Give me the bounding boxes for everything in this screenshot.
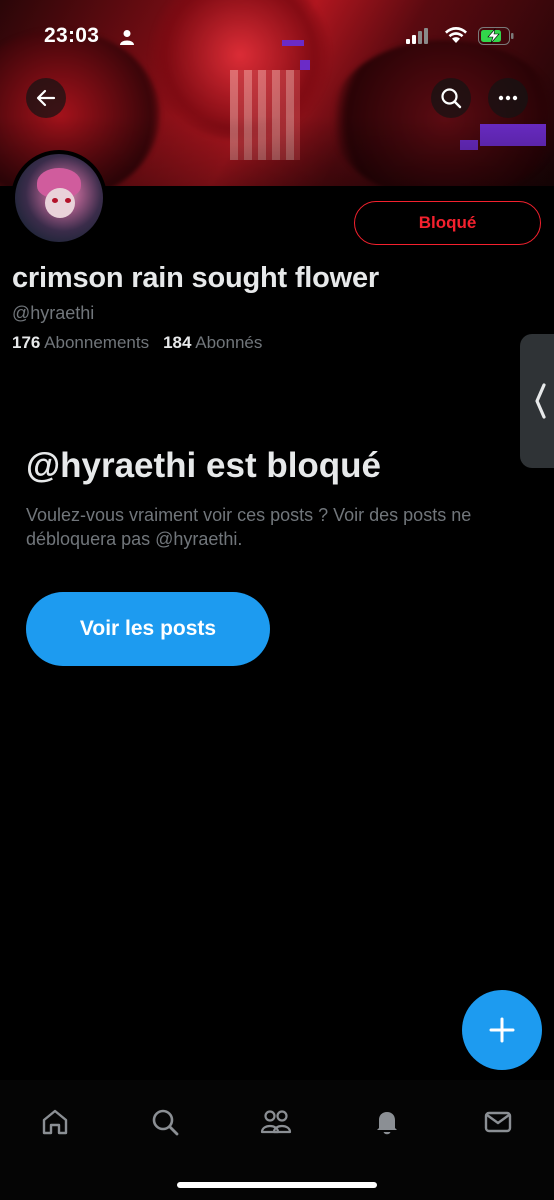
search-icon	[441, 88, 462, 109]
nav-communities[interactable]	[256, 1102, 296, 1142]
more-horizontal-icon	[498, 95, 518, 101]
blocked-button[interactable]: Bloqué	[354, 201, 541, 245]
view-posts-button[interactable]: Voir les posts	[26, 592, 270, 666]
nav-search[interactable]	[145, 1102, 185, 1142]
avatar-art	[52, 198, 58, 203]
bottom-navigation	[0, 1080, 554, 1200]
compose-post-button[interactable]	[462, 990, 542, 1070]
nav-notifications[interactable]	[367, 1102, 407, 1142]
search-icon	[152, 1109, 179, 1136]
blocked-notice-title: @hyraethi est bloqué	[26, 446, 382, 485]
arrow-left-icon	[36, 89, 56, 107]
status-bar: 23:03	[0, 22, 554, 52]
home-icon	[42, 1109, 68, 1135]
banner-art	[300, 60, 310, 70]
profile-handle: @hyraethi	[12, 303, 95, 323]
following-label: Abonnements	[44, 333, 150, 352]
status-time: 23:03	[44, 24, 100, 47]
blocked-notice-description: Voulez-vous vraiment voir ces posts ? Vo…	[26, 505, 472, 549]
followers-count: 184	[163, 333, 192, 352]
cellular-signal-icon	[406, 28, 428, 44]
followers-label: Abonnés	[195, 333, 263, 352]
messages-icon	[484, 1111, 512, 1133]
notifications-icon	[377, 1112, 397, 1135]
more-options-button[interactable]	[488, 78, 528, 118]
display-name: crimson rain sought flower	[12, 262, 380, 294]
avatar-art	[65, 198, 71, 203]
follow-stats: 176 Abonnements 184 Abonnés	[12, 333, 262, 353]
following-count: 176	[12, 333, 41, 352]
plus-icon	[489, 1017, 515, 1043]
home-indicator	[177, 1182, 377, 1188]
avatar[interactable]	[11, 150, 107, 246]
chevron-left-icon	[535, 383, 546, 419]
side-panel-handle[interactable]	[520, 334, 554, 468]
search-profile-button[interactable]	[431, 78, 471, 118]
communities-icon	[260, 1110, 292, 1134]
avatar-art	[45, 188, 75, 218]
battery-charging-icon	[478, 27, 514, 45]
wifi-icon	[445, 27, 467, 43]
followers-link[interactable]: 184 Abonnés	[163, 333, 262, 352]
following-link[interactable]: 176 Abonnements	[12, 333, 149, 352]
person-icon	[120, 30, 134, 45]
back-button[interactable]	[26, 78, 66, 118]
nav-home[interactable]	[35, 1102, 75, 1142]
nav-messages[interactable]	[478, 1102, 518, 1142]
